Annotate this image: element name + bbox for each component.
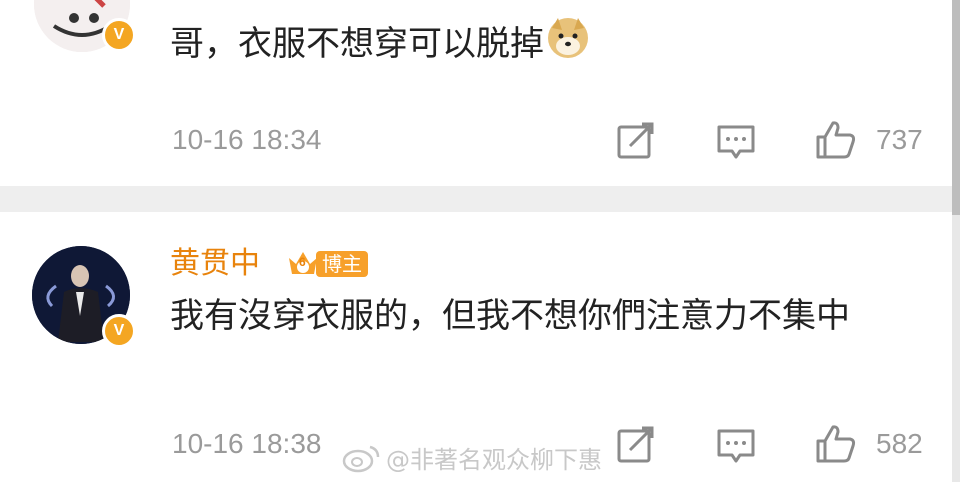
comment-timestamp: 10-16 18:34 <box>172 124 322 155</box>
scrollbar-thumb[interactable] <box>952 0 960 215</box>
comment-icon[interactable] <box>714 424 758 468</box>
verified-badge: V <box>102 314 136 348</box>
like-icon[interactable] <box>814 422 858 466</box>
comment-body: 哥，衣服不想穿可以脱掉 <box>170 24 544 64</box>
repost-icon[interactable] <box>614 120 658 164</box>
comment-divider <box>0 186 952 212</box>
scrollbar[interactable] <box>952 0 960 482</box>
blogger-label: 博主 <box>316 251 368 277</box>
comment-body: 我有沒穿衣服的，但我不想你們注意力不集中 <box>170 296 850 336</box>
like-icon[interactable] <box>814 118 858 162</box>
comment-text: 哥，衣服不想穿可以脱掉 <box>170 16 590 75</box>
comment-timestamp: 10-16 18:38 <box>172 428 322 459</box>
weibo-logo-icon <box>342 445 380 472</box>
repost-icon[interactable] <box>614 424 658 468</box>
watermark-text: @非著名观众柳下惠 <box>386 446 602 474</box>
username[interactable]: 黄贯中 <box>170 244 260 284</box>
badge-level: 6 <box>299 255 306 269</box>
verified-badge: V <box>102 18 136 52</box>
doge-emoji-icon <box>546 16 590 75</box>
blogger-badge: 6 博主 <box>286 248 368 280</box>
watermark: @非著名观众柳下惠 <box>342 440 602 475</box>
comment-icon[interactable] <box>714 120 758 164</box>
like-count: 737 <box>876 124 923 155</box>
like-count: 582 <box>876 428 923 459</box>
comment-feed: V 哥，衣服不想穿可以脱掉 10-16 18:34 737 V 黄贯中 6 博主… <box>0 0 960 482</box>
